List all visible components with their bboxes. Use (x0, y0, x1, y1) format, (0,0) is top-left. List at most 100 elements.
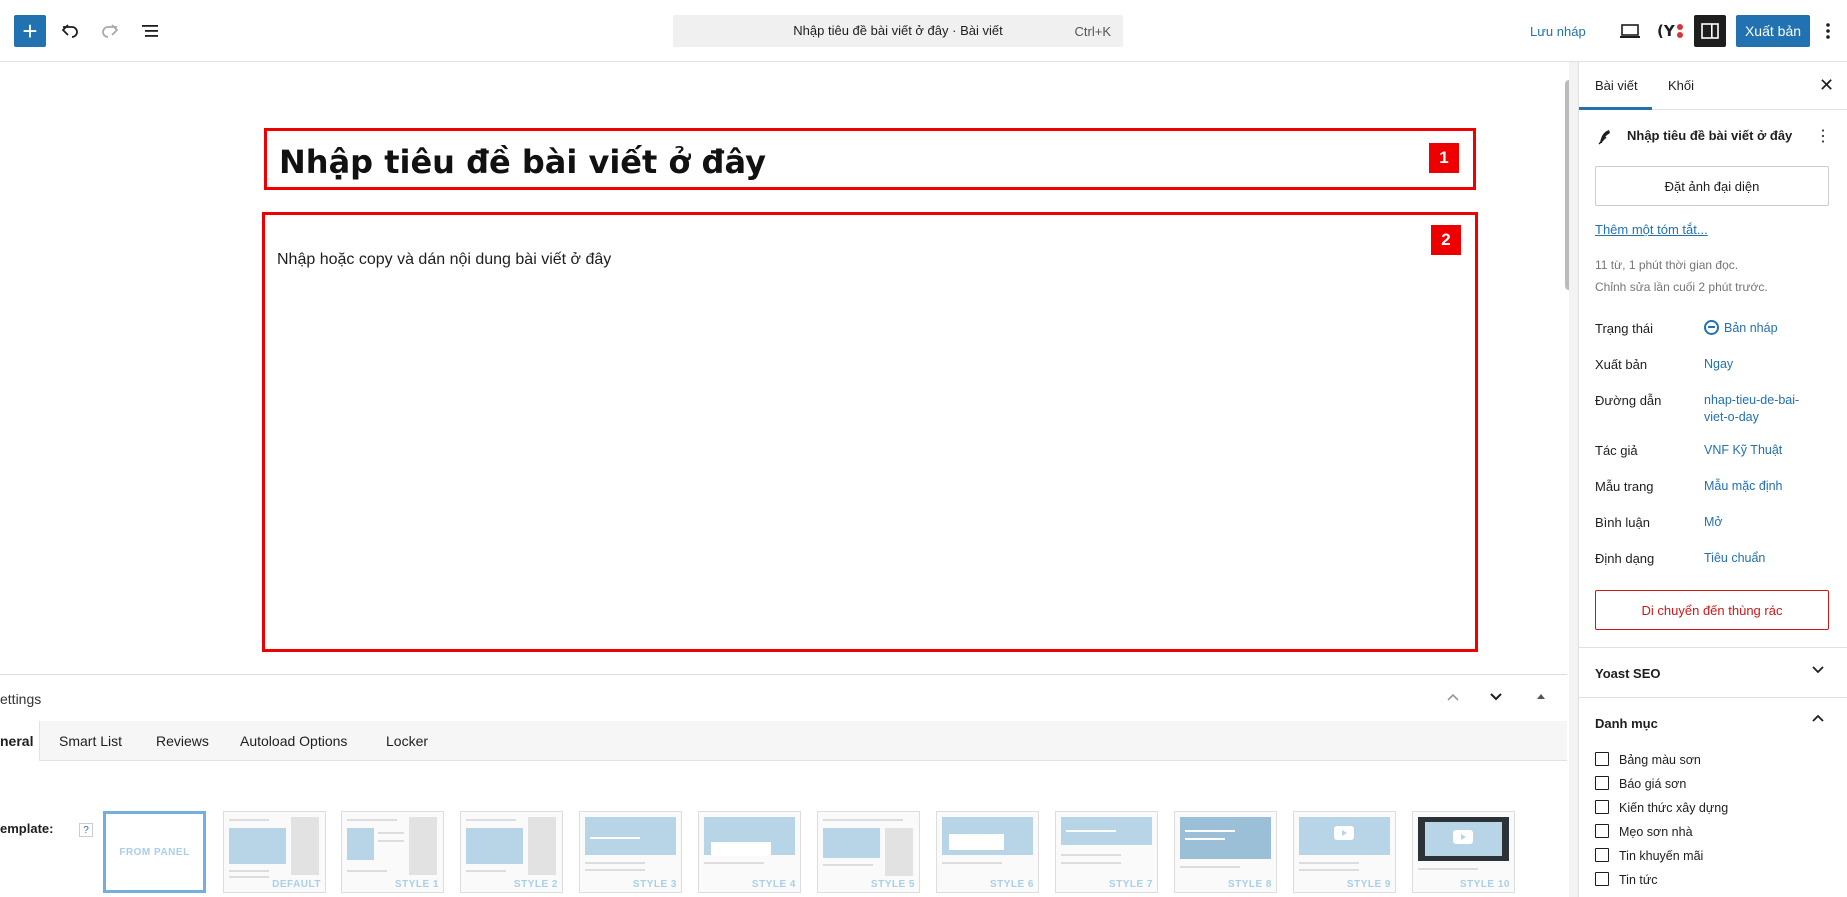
template-row-value[interactable]: Mẫu mặc định (1704, 479, 1783, 493)
template-option-default[interactable]: DEFAULT (223, 811, 326, 893)
top-toolbar: + Nhập tiêu đề bài viết ở đây · Bài viết… (0, 0, 1847, 62)
category-label: Kiến thức xây dựng (1619, 801, 1729, 815)
category-checkbox[interactable]: Báo giá sơn (1595, 776, 1686, 791)
author-value[interactable]: VNF Kỹ Thuật (1704, 443, 1782, 457)
checkbox[interactable] (1595, 752, 1609, 766)
tab-block[interactable]: Khối (1668, 78, 1694, 93)
tab-locker[interactable]: Locker (386, 721, 428, 761)
template-option-style-3[interactable]: STYLE 3 (579, 811, 682, 893)
tab-general[interactable]: neral (0, 721, 40, 761)
template-option-style-5[interactable]: STYLE 5 (817, 811, 920, 893)
meta-box-title: ettings (0, 691, 42, 707)
template-label-text: DEFAULT (272, 879, 321, 890)
more-icon (1826, 23, 1830, 39)
yoast-button[interactable]: (Y (1654, 15, 1686, 47)
template-option-style-7[interactable]: STYLE 7 (1055, 811, 1158, 893)
save-draft-button[interactable]: Lưu nháp (1530, 24, 1586, 39)
template-label-text: STYLE 6 (989, 879, 1034, 890)
undo-button[interactable] (54, 15, 86, 47)
template-option-style-9[interactable]: STYLE 9 (1293, 811, 1396, 893)
post-content-text[interactable]: Nhập hoặc copy và dán nội dung bài viết … (277, 251, 611, 269)
publish-label: Xuất bản (1595, 357, 1648, 372)
comments-value[interactable]: Mở (1704, 515, 1723, 529)
format-value[interactable]: Tiêu chuẩn (1704, 551, 1765, 565)
set-featured-image-button[interactable]: Đặt ảnh đại diện (1595, 166, 1829, 206)
format-label: Định dạng (1595, 551, 1655, 566)
document-overview-button[interactable] (134, 15, 166, 47)
command-palette-bar[interactable]: Nhập tiêu đề bài viết ở đây · Bài viết C… (673, 15, 1123, 47)
category-checkbox[interactable]: Kiến thức xây dựng (1595, 800, 1728, 815)
slug-value-cont[interactable]: viet-o-day (1704, 410, 1759, 424)
slug-label: Đường dẫn (1595, 393, 1662, 408)
category-checkbox[interactable]: Bảng màu sơn (1595, 752, 1701, 767)
category-label: Mẹo sơn nhà (1619, 825, 1693, 839)
options-button[interactable] (1816, 15, 1840, 47)
template-option-from-panel[interactable]: FROM PANEL (103, 811, 206, 893)
template-option-style-1[interactable]: STYLE 1 (341, 811, 444, 893)
meta-box-tabs: neral Smart List Reviews Autoload Option… (0, 721, 1567, 761)
publish-button[interactable]: Xuất bản (1736, 15, 1810, 47)
word-count-info: 11 từ, 1 phút thời gian đọc. (1595, 258, 1739, 272)
move-to-trash-button[interactable]: Di chuyển đến thùng rác (1595, 590, 1829, 630)
settings-toggle-button[interactable] (1694, 15, 1726, 47)
checkbox[interactable] (1595, 800, 1609, 814)
template-label-text: STYLE 3 (632, 879, 677, 890)
template-label-text: STYLE 5 (870, 879, 915, 890)
template-option-style-4[interactable]: STYLE 4 (698, 811, 801, 893)
post-title-block[interactable]: Nhập tiêu đề bài viết ở đây 1 (264, 128, 1476, 190)
tab-smart-list[interactable]: Smart List (59, 721, 122, 761)
checkbox[interactable] (1595, 848, 1609, 862)
checkbox[interactable] (1595, 824, 1609, 838)
template-option-style-8[interactable]: STYLE 8 (1174, 811, 1277, 893)
meta-box-header: ettings (0, 675, 1567, 721)
move-up-icon[interactable] (1445, 689, 1461, 705)
template-label-text: STYLE 4 (751, 879, 796, 890)
template-label-text: STYLE 8 (1227, 879, 1272, 890)
preview-icon (1620, 24, 1640, 38)
status-value[interactable]: Bản nháp (1724, 321, 1778, 335)
tab-reviews[interactable]: Reviews (156, 721, 209, 761)
categories-section[interactable]: Danh mục (1579, 697, 1847, 747)
move-down-icon[interactable] (1488, 689, 1504, 705)
add-excerpt-link[interactable]: Thêm một tóm tắt... (1595, 222, 1708, 237)
yoast-seo-section[interactable]: Yoast SEO (1579, 647, 1847, 697)
sidebar-post-title: Nhập tiêu đề bài viết ở đây (1627, 128, 1793, 143)
add-block-button[interactable]: + (14, 15, 46, 47)
tab-post[interactable]: Bài viết (1595, 78, 1638, 93)
template-option-style-6[interactable]: STYLE 6 (936, 811, 1039, 893)
settings-sidebar: Bài viết Khối ✕ Nhập tiêu đề bài viết ở … (1578, 62, 1847, 897)
template-row-label: Mẫu trang (1595, 479, 1654, 494)
sidebar-scroll-track[interactable] (1569, 62, 1578, 897)
slug-value[interactable]: nhap-tieu-de-bai- (1704, 393, 1799, 407)
checkbox[interactable] (1595, 872, 1609, 886)
post-content-block[interactable]: Nhập hoặc copy và dán nội dung bài viết … (262, 212, 1478, 652)
collapse-triangle-icon[interactable] (1535, 689, 1547, 705)
template-label-text: STYLE 10 (1459, 879, 1510, 890)
command-shortcut: Ctrl+K (1074, 24, 1111, 39)
post-actions-more-icon[interactable]: ⋮ (1815, 126, 1831, 146)
list-view-icon (142, 25, 158, 37)
checkbox[interactable] (1595, 776, 1609, 790)
chevron-up-icon (1811, 712, 1825, 726)
tab-autoload-options[interactable]: Autoload Options (240, 721, 347, 761)
sidebar-tabs: Bài viết Khối ✕ (1579, 62, 1847, 110)
category-checkbox[interactable]: Mẹo sơn nhà (1595, 824, 1693, 839)
redo-button[interactable] (94, 15, 126, 47)
category-checkbox[interactable]: Tin khuyến mãi (1595, 848, 1703, 863)
category-label: Tin khuyến mãi (1619, 849, 1704, 863)
category-checkbox[interactable]: Tin tức (1595, 872, 1657, 887)
chevron-down-icon (1811, 662, 1825, 676)
annotation-badge-1: 1 (1429, 143, 1459, 173)
yoast-seo-title: Yoast SEO (1595, 666, 1661, 681)
template-option-style-2[interactable]: STYLE 2 (460, 811, 563, 893)
close-icon[interactable]: ✕ (1819, 75, 1834, 96)
draft-status-icon (1704, 320, 1719, 335)
template-option-style-10[interactable]: STYLE 10 (1412, 811, 1515, 893)
publish-value[interactable]: Ngay (1704, 357, 1733, 371)
help-icon[interactable]: ? (79, 823, 93, 837)
post-title-text[interactable]: Nhập tiêu đề bài viết ở đây (279, 143, 766, 181)
video-play-icon (1453, 830, 1473, 844)
redo-icon (102, 24, 119, 38)
preview-button[interactable] (1614, 15, 1646, 47)
active-tab-indicator (1579, 107, 1652, 110)
